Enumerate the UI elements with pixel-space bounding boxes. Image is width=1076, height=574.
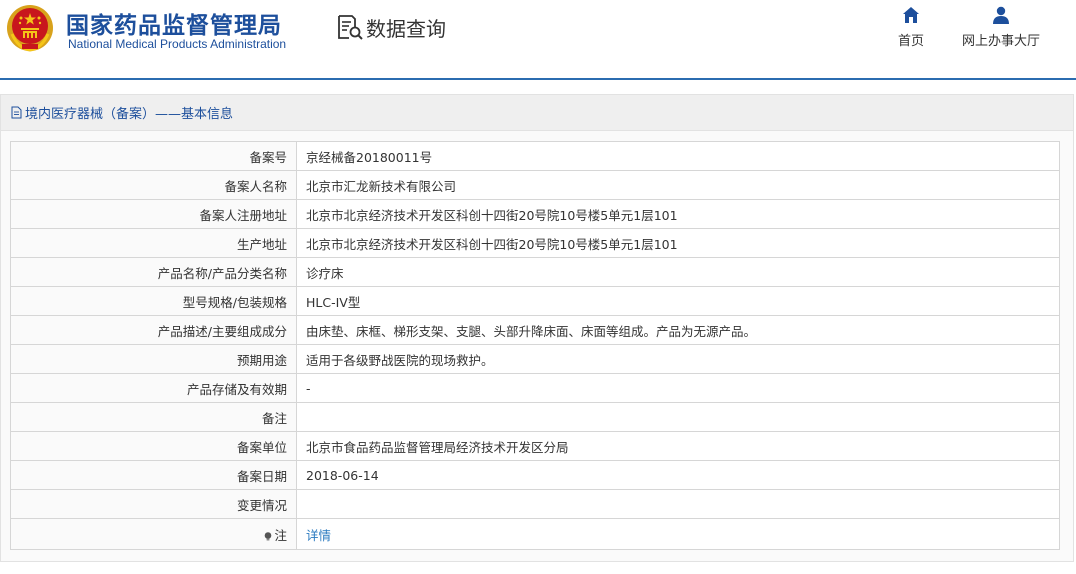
row-label: 备案单位 bbox=[10, 431, 297, 461]
nav-home[interactable]: 首页 bbox=[896, 6, 926, 49]
header: 国家药品监督管理局 National Medical Products Admi… bbox=[0, 0, 1076, 80]
nav-online-hall-label: 网上办事大厅 bbox=[961, 34, 1040, 49]
national-emblem-icon bbox=[7, 5, 53, 52]
row-label: 产品名称/产品分类名称 bbox=[10, 257, 297, 287]
note-label: 注 bbox=[274, 527, 287, 543]
row-label: 备案人名称 bbox=[10, 170, 297, 200]
row-label: 变更情况 bbox=[10, 489, 297, 519]
table-row-note: 注 详情 bbox=[10, 518, 1060, 550]
org-name-cn: 国家药品监督管理局 bbox=[66, 13, 282, 39]
note-label-cell: 注 bbox=[10, 518, 297, 550]
row-label: 产品存储及有效期 bbox=[10, 373, 297, 403]
user-icon bbox=[993, 6, 1009, 24]
table-row: 备案号 京经械备20180011号 bbox=[10, 141, 1060, 171]
row-label: 备案号 bbox=[10, 141, 297, 171]
row-value: 北京市北京经济技术开发区科创十四街20号院10号楼5单元1层101 bbox=[296, 228, 1060, 258]
row-value: 北京市汇龙新技术有限公司 bbox=[296, 170, 1060, 200]
table-row: 变更情况 bbox=[10, 489, 1060, 519]
row-label: 备案日期 bbox=[10, 460, 297, 490]
row-value: 适用于各级野战医院的现场救护。 bbox=[296, 344, 1060, 374]
panel-header: 境内医疗器械（备案）——基本信息 bbox=[1, 95, 1073, 131]
row-value: 由床垫、床框、梯形支架、支腿、头部升降床面、床面等组成。产品为无源产品。 bbox=[296, 315, 1060, 345]
row-label: 生产地址 bbox=[10, 228, 297, 258]
lightbulb-icon bbox=[265, 531, 272, 540]
row-label: 预期用途 bbox=[10, 344, 297, 374]
record-info-table: 备案号 京经械备20180011号 备案人名称 北京市汇龙新技术有限公司 备案人… bbox=[10, 141, 1060, 550]
table-row: 备注 bbox=[10, 402, 1060, 432]
nav-online-hall[interactable]: 网上办事大厅 bbox=[960, 6, 1042, 49]
row-value: 北京市北京经济技术开发区科创十四街20号院10号楼5单元1层101 bbox=[296, 199, 1060, 229]
note-value-cell: 详情 bbox=[296, 518, 1060, 550]
row-value: - bbox=[296, 373, 1060, 403]
table-row: 产品存储及有效期 - bbox=[10, 373, 1060, 403]
row-value: 2018-06-14 bbox=[296, 460, 1060, 490]
row-value: 诊疗床 bbox=[296, 257, 1060, 287]
row-value bbox=[296, 489, 1060, 519]
row-value: 北京市食品药品监督管理局经济技术开发区分局 bbox=[296, 431, 1060, 461]
table-row: 产品描述/主要组成成分 由床垫、床框、梯形支架、支腿、头部升降床面、床面等组成。… bbox=[10, 315, 1060, 345]
table-row: 备案日期 2018-06-14 bbox=[10, 460, 1060, 490]
table-row: 预期用途 适用于各级野战医院的现场救护。 bbox=[10, 344, 1060, 374]
table-row: 备案人名称 北京市汇龙新技术有限公司 bbox=[10, 170, 1060, 200]
data-query-title: 数据查询 bbox=[336, 12, 446, 42]
home-icon bbox=[903, 7, 919, 23]
detail-link[interactable]: 详情 bbox=[306, 528, 331, 543]
row-value: HLC-IV型 bbox=[296, 286, 1060, 316]
search-document-icon bbox=[338, 15, 363, 40]
document-icon bbox=[11, 106, 22, 119]
table-row: 备案单位 北京市食品药品监督管理局经济技术开发区分局 bbox=[10, 431, 1060, 461]
query-title-text: 数据查询 bbox=[366, 16, 446, 41]
nav-home-label: 首页 bbox=[897, 34, 924, 49]
panel-title: 境内医疗器械（备案）——基本信息 bbox=[25, 107, 234, 122]
row-label: 备注 bbox=[10, 402, 297, 432]
org-name-en: National Medical Products Administration bbox=[68, 37, 287, 51]
row-label: 型号规格/包装规格 bbox=[10, 286, 297, 316]
row-value bbox=[296, 402, 1060, 432]
table-row: 备案人注册地址 北京市北京经济技术开发区科创十四街20号院10号楼5单元1层10… bbox=[10, 199, 1060, 229]
row-label: 产品描述/主要组成成分 bbox=[10, 315, 297, 345]
table-row: 生产地址 北京市北京经济技术开发区科创十四街20号院10号楼5单元1层101 bbox=[10, 228, 1060, 258]
table-row: 产品名称/产品分类名称 诊疗床 bbox=[10, 257, 1060, 287]
header-divider bbox=[0, 78, 1076, 80]
row-value: 京经械备20180011号 bbox=[296, 141, 1060, 171]
row-label: 备案人注册地址 bbox=[10, 199, 297, 229]
table-row: 型号规格/包装规格 HLC-IV型 bbox=[10, 286, 1060, 316]
